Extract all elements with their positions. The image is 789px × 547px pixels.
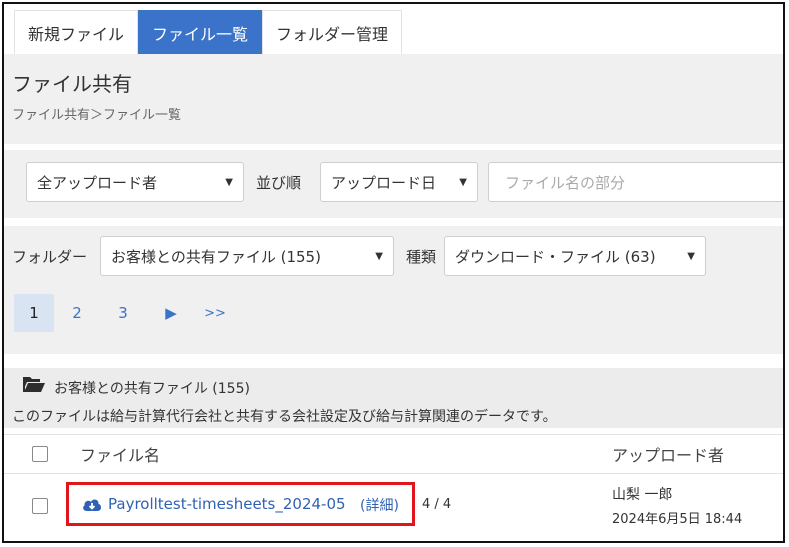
page-title: ファイル共有 bbox=[12, 72, 132, 96]
upload-date: 2024年6月5日 18:44 bbox=[612, 512, 743, 527]
uploader-select-value: 全アップロード者 bbox=[37, 173, 158, 192]
folder-label: フォルダー bbox=[12, 247, 88, 266]
filename-search-input[interactable]: ファイル名の部分 bbox=[488, 162, 783, 202]
breadcrumb[interactable]: ファイル共有＞ファイル一覧 bbox=[12, 104, 181, 123]
uploader-select[interactable]: 全アップロード者 ▼ bbox=[26, 162, 244, 202]
app-window: 新規ファイル ファイル一覧 フォルダー管理 ファイル共有 ファイル共有＞ファイル… bbox=[2, 2, 785, 543]
sort-select-value: アップロード日 bbox=[331, 173, 437, 192]
type-select[interactable]: ダウンロード・ファイル (63) ▼ bbox=[444, 236, 706, 276]
highlight-box bbox=[66, 482, 415, 526]
tab-label: 新規ファイル bbox=[27, 24, 124, 44]
column-header-uploader[interactable]: アップロード者 bbox=[612, 442, 724, 466]
download-count: 4 / 4 bbox=[422, 497, 452, 512]
tab-file-list[interactable]: ファイル一覧 bbox=[138, 10, 262, 54]
sort-select[interactable]: アップロード日 ▼ bbox=[320, 162, 478, 202]
sort-label: 並び順 bbox=[256, 173, 302, 192]
page-3-link[interactable]: 3 bbox=[108, 294, 138, 332]
page-1-link[interactable]: 1 bbox=[14, 294, 54, 332]
tab-label: ファイル一覧 bbox=[151, 24, 248, 44]
chevron-down-icon: ▼ bbox=[375, 250, 383, 262]
folder-open-icon bbox=[22, 376, 46, 394]
last-page-link[interactable]: >> bbox=[200, 294, 230, 332]
chevron-down-icon: ▼ bbox=[459, 176, 467, 188]
tab-label: フォルダー管理 bbox=[275, 24, 388, 44]
search-placeholder: ファイル名の部分 bbox=[505, 173, 626, 192]
folder-name: お客様との共有ファイル (155) bbox=[54, 381, 250, 397]
page-2-link[interactable]: 2 bbox=[62, 294, 92, 332]
folder-description: このファイルは給与計算代行会社と共有する会社設定及び給与計算関連のデータです。 bbox=[12, 409, 557, 425]
tab-folder-management[interactable]: フォルダー管理 bbox=[262, 10, 402, 54]
chevron-down-icon: ▼ bbox=[225, 176, 233, 188]
chevron-down-icon: ▼ bbox=[687, 250, 695, 262]
column-header-filename[interactable]: ファイル名 bbox=[80, 442, 160, 466]
select-all-checkbox[interactable] bbox=[32, 446, 48, 462]
type-select-value: ダウンロード・ファイル (63) bbox=[455, 247, 656, 266]
type-label: 種類 bbox=[406, 247, 437, 266]
folder-select[interactable]: お客様との共有ファイル (155) ▼ bbox=[100, 236, 394, 276]
row-checkbox[interactable] bbox=[32, 498, 48, 514]
folder-select-value: お客様との共有ファイル (155) bbox=[111, 247, 321, 266]
next-page-icon[interactable]: ▶ bbox=[156, 294, 186, 332]
uploader-name: 山梨 一郎 bbox=[612, 487, 673, 503]
tab-new-file[interactable]: 新規ファイル bbox=[14, 10, 138, 54]
